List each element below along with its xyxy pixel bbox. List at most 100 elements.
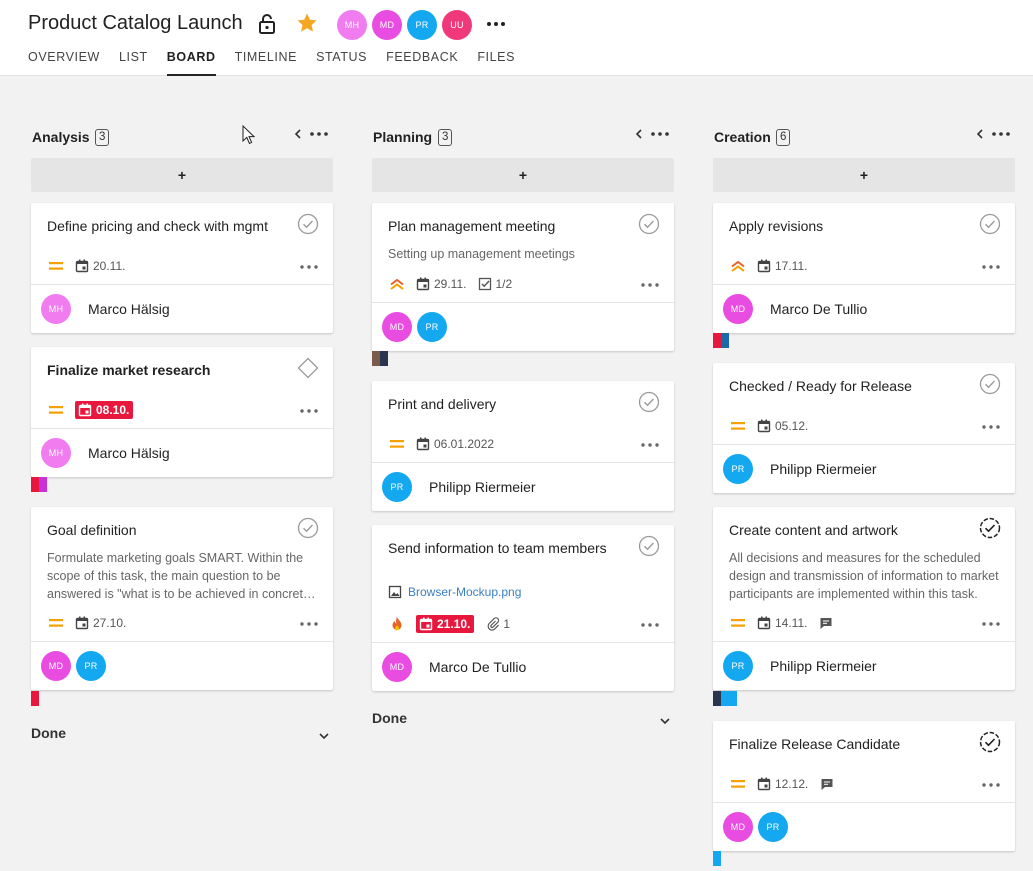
column-header: Analysis 3 [31,125,333,152]
avatar[interactable]: MD [372,10,402,40]
priority-high-icon [388,275,406,293]
assignee-name: Philipp Riermeier [770,461,877,477]
more-horizontal-icon[interactable] [309,129,329,139]
card-tags [713,851,721,866]
divider [31,428,333,429]
card-title: Plan management meeting [388,218,556,234]
tab-list[interactable]: LIST [119,50,148,76]
assignee-name: Marco Hälsig [88,301,170,317]
attachment-count: 1 [503,617,511,631]
task-card[interactable]: Define pricing and check with mgmt 20.11… [31,203,333,333]
avatar[interactable]: UU [442,10,472,40]
check-circle-dashed-icon[interactable] [979,517,1001,539]
column-title: Planning [373,129,433,145]
add-card-button[interactable]: + [31,158,333,192]
due-date: 29.11. [434,277,467,291]
priority-medium-icon [388,435,406,453]
calendar-icon [757,777,771,791]
attachment-file[interactable]: Browser-Mockup.png [388,585,521,599]
card-tags [372,351,388,366]
chevron-left-icon[interactable] [632,127,646,141]
check-circle-icon[interactable] [297,213,319,235]
more-horizontal-icon[interactable] [981,422,1001,432]
task-card[interactable]: Finalize market research 08.10. MH Marco… [31,347,333,477]
avatar: MD [41,651,71,681]
more-horizontal-icon[interactable] [981,619,1001,629]
check-circle-icon[interactable] [638,213,660,235]
divider [372,462,674,463]
tab-status[interactable]: STATUS [316,50,367,76]
task-card[interactable]: Send information to team members Browser… [372,525,674,691]
check-circle-icon[interactable] [297,517,319,539]
more-horizontal-icon[interactable] [640,280,660,290]
divider [31,284,333,285]
tab-files[interactable]: FILES [477,50,515,76]
avatar[interactable]: PR [407,10,437,40]
chevron-left-icon[interactable] [291,127,305,141]
task-card[interactable]: Apply revisions 17.11. MD Marco De Tulli… [713,203,1015,333]
more-horizontal-icon[interactable] [299,619,319,629]
tab-overview[interactable]: OVERVIEW [28,50,100,76]
tag-color [713,851,721,866]
due-date: 20.11. [93,259,126,273]
column-analysis: Analysis 3 + Define pricing and check wi… [31,125,333,741]
avatar[interactable]: MH [337,10,367,40]
lock-open-icon[interactable] [256,12,278,36]
more-horizontal-icon[interactable] [981,262,1001,272]
star-icon[interactable] [295,11,319,35]
file-name[interactable]: Browser-Mockup.png [408,585,521,599]
more-horizontal-icon[interactable] [991,129,1011,139]
more-horizontal-icon[interactable] [299,262,319,272]
card-meta: 27.10. [47,614,138,632]
check-circle-dashed-icon[interactable] [979,731,1001,753]
tab-timeline[interactable]: TIMELINE [235,50,297,76]
calendar-icon [757,616,771,630]
chevron-down-icon[interactable] [658,714,672,728]
more-horizontal-icon[interactable] [299,406,319,416]
card-title: Finalize Release Candidate [729,736,901,752]
avatar: PR [723,454,753,484]
task-card[interactable]: Plan management meeting Setting up manag… [372,203,674,351]
done-section-label[interactable]: Done [31,725,66,741]
tab-bar: OVERVIEW LIST BOARD TIMELINE STATUS FEED… [28,50,534,76]
tag-color [713,333,721,348]
more-horizontal-icon[interactable] [981,780,1001,790]
done-section-label[interactable]: Done [372,710,407,726]
column-creation: Creation 6 + Apply revisions 17.11. MD M… [713,125,1015,866]
card-tags [713,691,737,706]
task-card[interactable]: Print and delivery 06.01.2022 PR Philipp… [372,381,674,511]
more-horizontal-icon[interactable] [640,440,660,450]
more-horizontal-icon[interactable] [484,12,508,36]
check-circle-icon[interactable] [979,213,1001,235]
project-title: Product Catalog Launch [28,12,243,34]
column-count-badge: 3 [438,129,453,146]
task-card[interactable]: Checked / Ready for Release 05.12. PR Ph… [713,363,1015,493]
priority-medium-icon [729,775,747,793]
tab-feedback[interactable]: FEEDBACK [386,50,458,76]
card-title: Apply revisions [729,218,824,234]
avatar: MD [723,294,753,324]
card-description: Setting up management meetings [388,247,575,261]
task-card[interactable]: Finalize Release Candidate 12.12. MD PR [713,721,1015,851]
check-circle-icon[interactable] [979,373,1001,395]
chevron-left-icon[interactable] [973,127,987,141]
milestone-diamond-icon[interactable] [297,357,319,379]
tag-color [380,351,388,366]
avatar: MD [382,652,412,682]
card-assignees: MD PR [41,651,106,681]
divider [372,302,674,303]
task-card[interactable]: Create content and artwork All decisions… [713,507,1015,690]
priority-medium-icon [47,614,65,632]
check-circle-icon[interactable] [638,535,660,557]
tab-board[interactable]: BOARD [166,50,216,76]
add-card-button[interactable]: + [372,158,674,192]
avatar: MD [723,812,753,842]
add-card-button[interactable]: + [713,158,1015,192]
task-card[interactable]: Goal definition Formulate marketing goal… [31,507,333,690]
more-horizontal-icon[interactable] [650,129,670,139]
more-horizontal-icon[interactable] [640,620,660,630]
tag-color [721,691,729,706]
due-date: 27.10. [93,616,127,630]
check-circle-icon[interactable] [638,391,660,413]
chevron-down-icon[interactable] [317,729,331,743]
